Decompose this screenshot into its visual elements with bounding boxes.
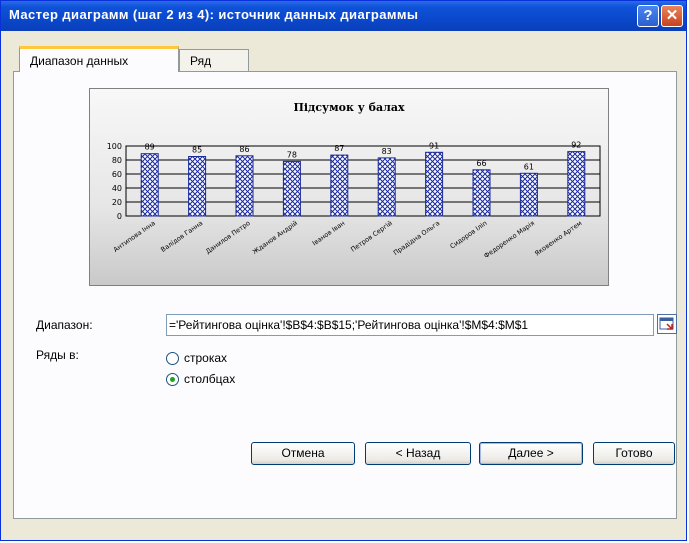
x-tick-label: Жданов Андрій xyxy=(251,219,299,256)
help-button[interactable]: ? xyxy=(637,5,659,27)
x-tick-label: Антипова Інна xyxy=(112,219,157,254)
chart-preview: Підсумок у балах 0 20 40 60 80 100 89 Антипова … xyxy=(89,88,609,286)
radio-rows-label[interactable]: строках xyxy=(184,351,227,365)
tab-series[interactable]: Ряд xyxy=(179,49,249,71)
chart-bar xyxy=(425,151,444,217)
data-label: 78 xyxy=(287,150,297,159)
close-button[interactable]: ✕ xyxy=(661,5,683,27)
radio-selected-dot xyxy=(170,377,175,382)
chart-bar xyxy=(472,169,491,217)
chart-title: Підсумок у балах xyxy=(293,101,405,114)
x-tick-label: Данилов Петро xyxy=(204,219,251,256)
series-in-label: Ряды в: xyxy=(36,348,79,362)
y-tick-label: 40 xyxy=(112,184,122,193)
data-label: 85 xyxy=(192,146,202,155)
cancel-button[interactable]: Отмена xyxy=(251,442,355,465)
tab-data-range[interactable]: Диапазон данных xyxy=(19,46,179,72)
chart-bar xyxy=(140,153,159,217)
x-tick-label: Валідов Ганна xyxy=(159,219,204,254)
collapse-dialog-button[interactable] xyxy=(657,314,677,334)
x-tick-label: Петров Сергій xyxy=(349,219,394,254)
data-label: 66 xyxy=(476,159,486,168)
chart-bar xyxy=(377,157,396,217)
y-tick-label: 20 xyxy=(112,198,122,207)
range-input[interactable]: ='Рейтингова оцінка'!$B$4:$B$15;'Рейтинг… xyxy=(166,314,654,336)
data-label: 87 xyxy=(334,144,344,153)
chart-bar xyxy=(519,172,538,217)
range-select-icon xyxy=(659,317,674,330)
x-tick-label: Сидоров Іліп xyxy=(449,219,489,250)
data-label: 86 xyxy=(239,145,249,154)
data-label: 92 xyxy=(571,141,581,150)
y-tick-label: 60 xyxy=(112,170,122,179)
data-label: 89 xyxy=(145,143,155,152)
radio-columns-label[interactable]: столбцах xyxy=(184,372,235,386)
x-tick-label: Федоренко Марія xyxy=(482,219,536,260)
data-label: 83 xyxy=(382,147,392,156)
chart-bar xyxy=(330,154,349,217)
chart-wizard-dialog: Мастер диаграмм (шаг 2 из 4): источник д… xyxy=(0,0,687,541)
finish-button[interactable]: Готово xyxy=(593,442,675,465)
data-label: 91 xyxy=(429,141,439,150)
next-button[interactable]: Далее > xyxy=(479,442,583,465)
radio-columns[interactable] xyxy=(166,373,179,386)
y-tick-label: 0 xyxy=(117,212,122,221)
x-tick-label: Яковенко Артем xyxy=(533,219,583,258)
y-tick-label: 80 xyxy=(112,156,122,165)
chart-svg: Підсумок у балах 0 20 40 60 80 100 89 Антипова … xyxy=(107,101,601,260)
radio-rows[interactable] xyxy=(166,352,179,365)
back-button[interactable]: < Назад xyxy=(365,442,471,465)
title-bar: Мастер диаграмм (шаг 2 из 4): источник д… xyxy=(1,1,686,31)
range-label: Диапазон: xyxy=(36,318,93,332)
chart-bar xyxy=(188,156,207,217)
window-title: Мастер диаграмм (шаг 2 из 4): источник д… xyxy=(9,7,419,22)
chart-bar xyxy=(567,151,586,217)
x-tick-label: Прадідна Ольга xyxy=(392,219,441,257)
data-label: 61 xyxy=(524,162,534,171)
chart-bar xyxy=(235,155,254,217)
x-tick-label: Іванов Іван xyxy=(311,219,347,247)
chart-bar xyxy=(282,160,301,217)
y-tick-label: 100 xyxy=(107,142,122,151)
